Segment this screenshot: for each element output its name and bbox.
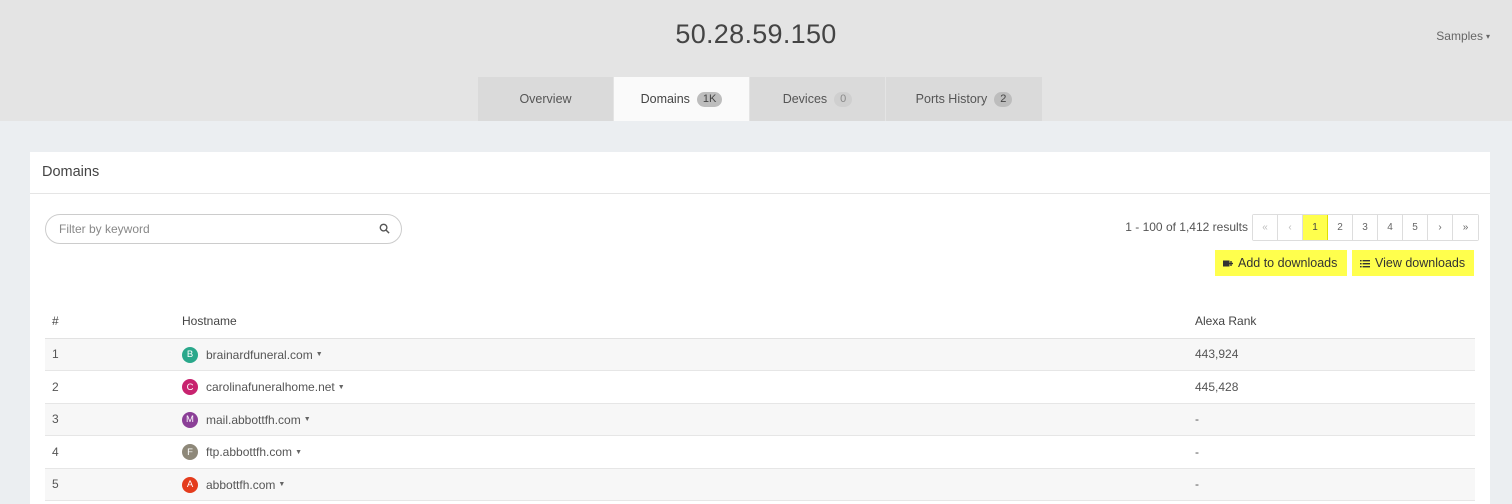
tab-label: Domains xyxy=(640,92,690,106)
tab-label: Overview xyxy=(519,92,572,106)
row-number: 4 xyxy=(45,435,175,469)
add-to-downloads-label: Add to downloads xyxy=(1238,256,1338,270)
next-page-button[interactable]: › xyxy=(1428,215,1453,240)
hostname-cell: Fftp.abbottfh.com ▼ xyxy=(175,435,1188,469)
column-header-number[interactable]: # xyxy=(45,305,175,339)
hostname-link[interactable]: mail.abbottfh.com xyxy=(206,413,301,427)
pagination: « ‹ 1 2 3 4 5 › » xyxy=(1252,214,1479,241)
caret-down-icon[interactable]: ▼ xyxy=(304,416,311,423)
first-page-button[interactable]: « xyxy=(1253,215,1278,240)
page-button-1[interactable]: 1 xyxy=(1303,215,1328,240)
add-to-downloads-button[interactable]: Add to downloads xyxy=(1215,250,1347,276)
hostname-link[interactable]: abbottfh.com xyxy=(206,478,275,492)
caret-down-icon[interactable]: ▼ xyxy=(316,351,323,358)
domain-avatar: F xyxy=(182,444,198,460)
view-downloads-label: View downloads xyxy=(1375,256,1466,270)
prev-page-button[interactable]: ‹ xyxy=(1278,215,1303,240)
hostname-cell: Ccarolinafuneralhome.net ▼ xyxy=(175,370,1188,404)
page-title: 50.28.59.150 xyxy=(675,19,837,49)
domain-avatar: A xyxy=(182,476,198,493)
view-downloads-button[interactable]: View downloads xyxy=(1352,250,1474,276)
search-icon[interactable] xyxy=(379,223,390,234)
count-badge: 1K xyxy=(696,91,723,107)
alexa-rank-cell: - xyxy=(1188,468,1475,501)
domain-avatar: M xyxy=(182,411,198,428)
samples-dropdown[interactable]: Samples ▾ xyxy=(1436,29,1490,43)
domain-avatar: B xyxy=(182,346,198,363)
filter-field xyxy=(45,214,402,244)
column-header-hostname[interactable]: Hostname xyxy=(175,305,1188,339)
last-page-button[interactable]: » xyxy=(1453,215,1478,240)
row-number: 5 xyxy=(45,468,175,501)
list-icon xyxy=(1360,259,1370,267)
table-header-row: # Hostname Alexa Rank xyxy=(45,305,1475,339)
table-row: 2 Ccarolinafuneralhome.net ▼ 445,428 xyxy=(45,370,1475,404)
hostname-cell: Bbrainardfuneral.com ▼ xyxy=(175,338,1188,371)
hostname-cell: Aabbottfh.com ▼ xyxy=(175,468,1188,501)
count-badge: 2 xyxy=(994,91,1013,107)
hostname-link[interactable]: brainardfuneral.com xyxy=(206,348,313,362)
page-button-5[interactable]: 5 xyxy=(1403,215,1428,240)
domains-table: # Hostname Alexa Rank 1 Bbrainardfuneral.… xyxy=(45,305,1475,501)
page-button-3[interactable]: 3 xyxy=(1353,215,1378,240)
hostname-link[interactable]: ftp.abbottfh.com xyxy=(206,445,292,459)
tab-devices[interactable]: Devices 0 xyxy=(750,77,885,121)
row-number: 1 xyxy=(45,338,175,371)
tab-overview[interactable]: Overview xyxy=(478,77,613,121)
page-header: 50.28.59.150 Samples ▾ Overview Domains 1… xyxy=(0,0,1512,121)
alexa-rank-cell: 445,428 xyxy=(1188,370,1475,404)
hostname-link[interactable]: carolinafuneralhome.net xyxy=(206,380,335,394)
caret-down-icon: ▾ xyxy=(1485,32,1490,41)
samples-label: Samples xyxy=(1436,29,1483,43)
download-add-icon xyxy=(1223,260,1233,266)
tab-label: Devices xyxy=(782,92,828,106)
page-button-4[interactable]: 4 xyxy=(1378,215,1403,240)
hostname-cell: Mmail.abbottfh.com ▼ xyxy=(175,403,1188,436)
results-count: 1 - 100 of 1,412 results xyxy=(1125,220,1248,234)
caret-down-icon[interactable]: ▼ xyxy=(278,481,285,488)
tab-domains[interactable]: Domains 1K xyxy=(614,77,749,121)
alexa-rank-cell: 443,924 xyxy=(1188,338,1475,371)
alexa-rank-cell: - xyxy=(1188,435,1475,469)
domain-avatar: C xyxy=(182,379,198,395)
page-button-2[interactable]: 2 xyxy=(1328,215,1353,240)
column-header-alexa-rank[interactable]: Alexa Rank xyxy=(1188,305,1475,339)
tab-bar: Overview Domains 1K Devices 0 Ports Hist… xyxy=(478,77,1043,121)
count-badge: 0 xyxy=(834,91,853,107)
row-number: 2 xyxy=(45,370,175,404)
table-row: 3 Mmail.abbottfh.com ▼ - xyxy=(45,403,1475,436)
caret-down-icon[interactable]: ▼ xyxy=(295,449,302,456)
caret-down-icon[interactable]: ▼ xyxy=(338,384,345,391)
filter-input[interactable] xyxy=(46,215,366,243)
domains-panel: Domains 1 - 100 of 1,412 results « ‹ 1 2… xyxy=(30,152,1490,504)
row-number: 3 xyxy=(45,403,175,436)
table-row: 1 Bbrainardfuneral.com ▼ 443,924 xyxy=(45,338,1475,371)
panel-title: Domains xyxy=(30,152,1490,194)
tab-ports-history[interactable]: Ports History 2 xyxy=(886,77,1042,121)
tab-label: Ports History xyxy=(915,92,988,106)
alexa-rank-cell: - xyxy=(1188,403,1475,436)
table-row: 4 Fftp.abbottfh.com ▼ - xyxy=(45,435,1475,469)
table-row: 5 Aabbottfh.com ▼ - xyxy=(45,468,1475,501)
